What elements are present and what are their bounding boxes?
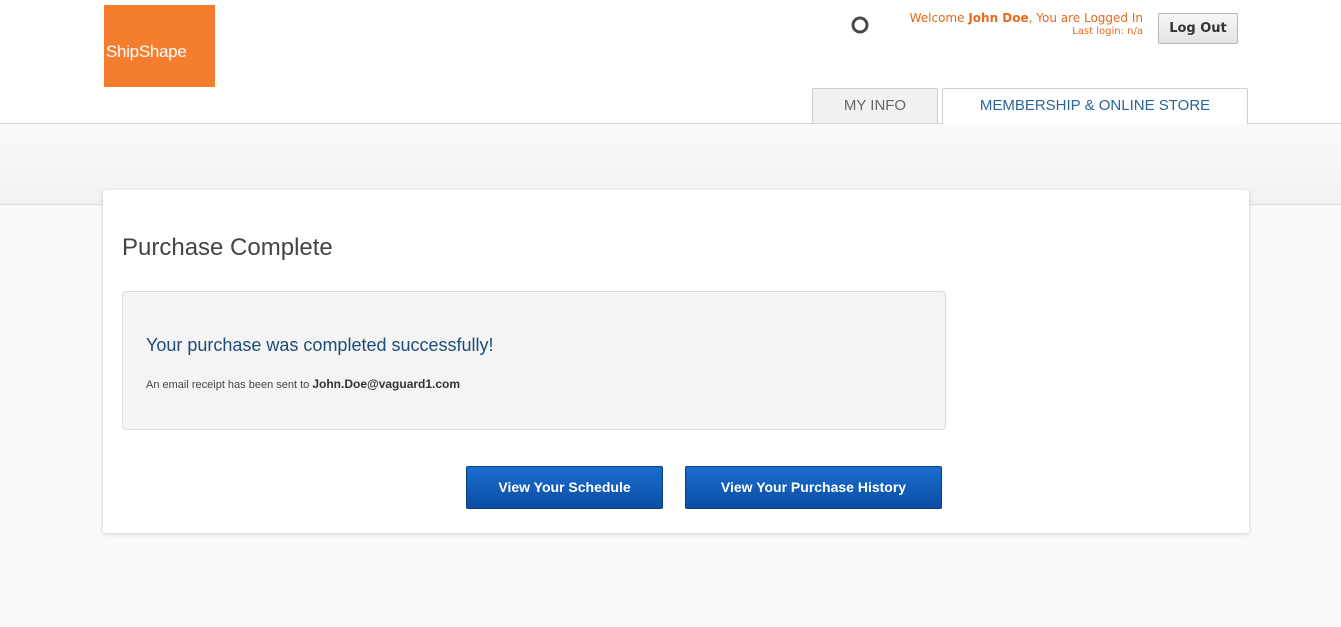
receipt-notice: An email receipt has been sent to John.D… <box>146 377 460 391</box>
shipshape-logo[interactable]: ShipShape <box>104 5 215 87</box>
page: ShipShape Welcome John Doe, You are Logg… <box>0 0 1341 627</box>
site-header: ShipShape Welcome John Doe, You are Logg… <box>0 0 1341 124</box>
user-name: John Doe <box>968 11 1029 25</box>
user-circle-icon <box>851 16 869 34</box>
receipt-email: John.Doe@vaguard1.com <box>312 377 461 391</box>
purchase-card: Purchase Complete Your purchase was comp… <box>103 190 1249 533</box>
welcome-suffix: , You are Logged In <box>1028 11 1143 25</box>
logout-button[interactable]: Log Out <box>1158 13 1238 44</box>
welcome-line: Welcome John Doe, You are Logged In <box>910 12 1143 25</box>
logo-text: ShipShape <box>106 42 187 61</box>
view-purchase-history-button[interactable]: View Your Purchase History <box>685 466 942 509</box>
tab-my-info[interactable]: MY INFO <box>812 88 938 123</box>
tab-membership-online-store[interactable]: MEMBERSHIP & ONLINE STORE <box>942 88 1248 124</box>
success-heading: Your purchase was completed successfully… <box>146 335 494 355</box>
view-schedule-button[interactable]: View Your Schedule <box>466 466 663 509</box>
last-login: Last login: n/a <box>1072 26 1143 37</box>
success-message-box: Your purchase was completed successfully… <box>122 291 946 430</box>
welcome-message: Welcome John Doe, You are Logged In Last… <box>910 12 1143 38</box>
page-title: Purchase Complete <box>122 234 333 261</box>
welcome-prefix: Welcome <box>909 11 969 25</box>
receipt-prefix: An email receipt has been sent to <box>146 379 313 391</box>
